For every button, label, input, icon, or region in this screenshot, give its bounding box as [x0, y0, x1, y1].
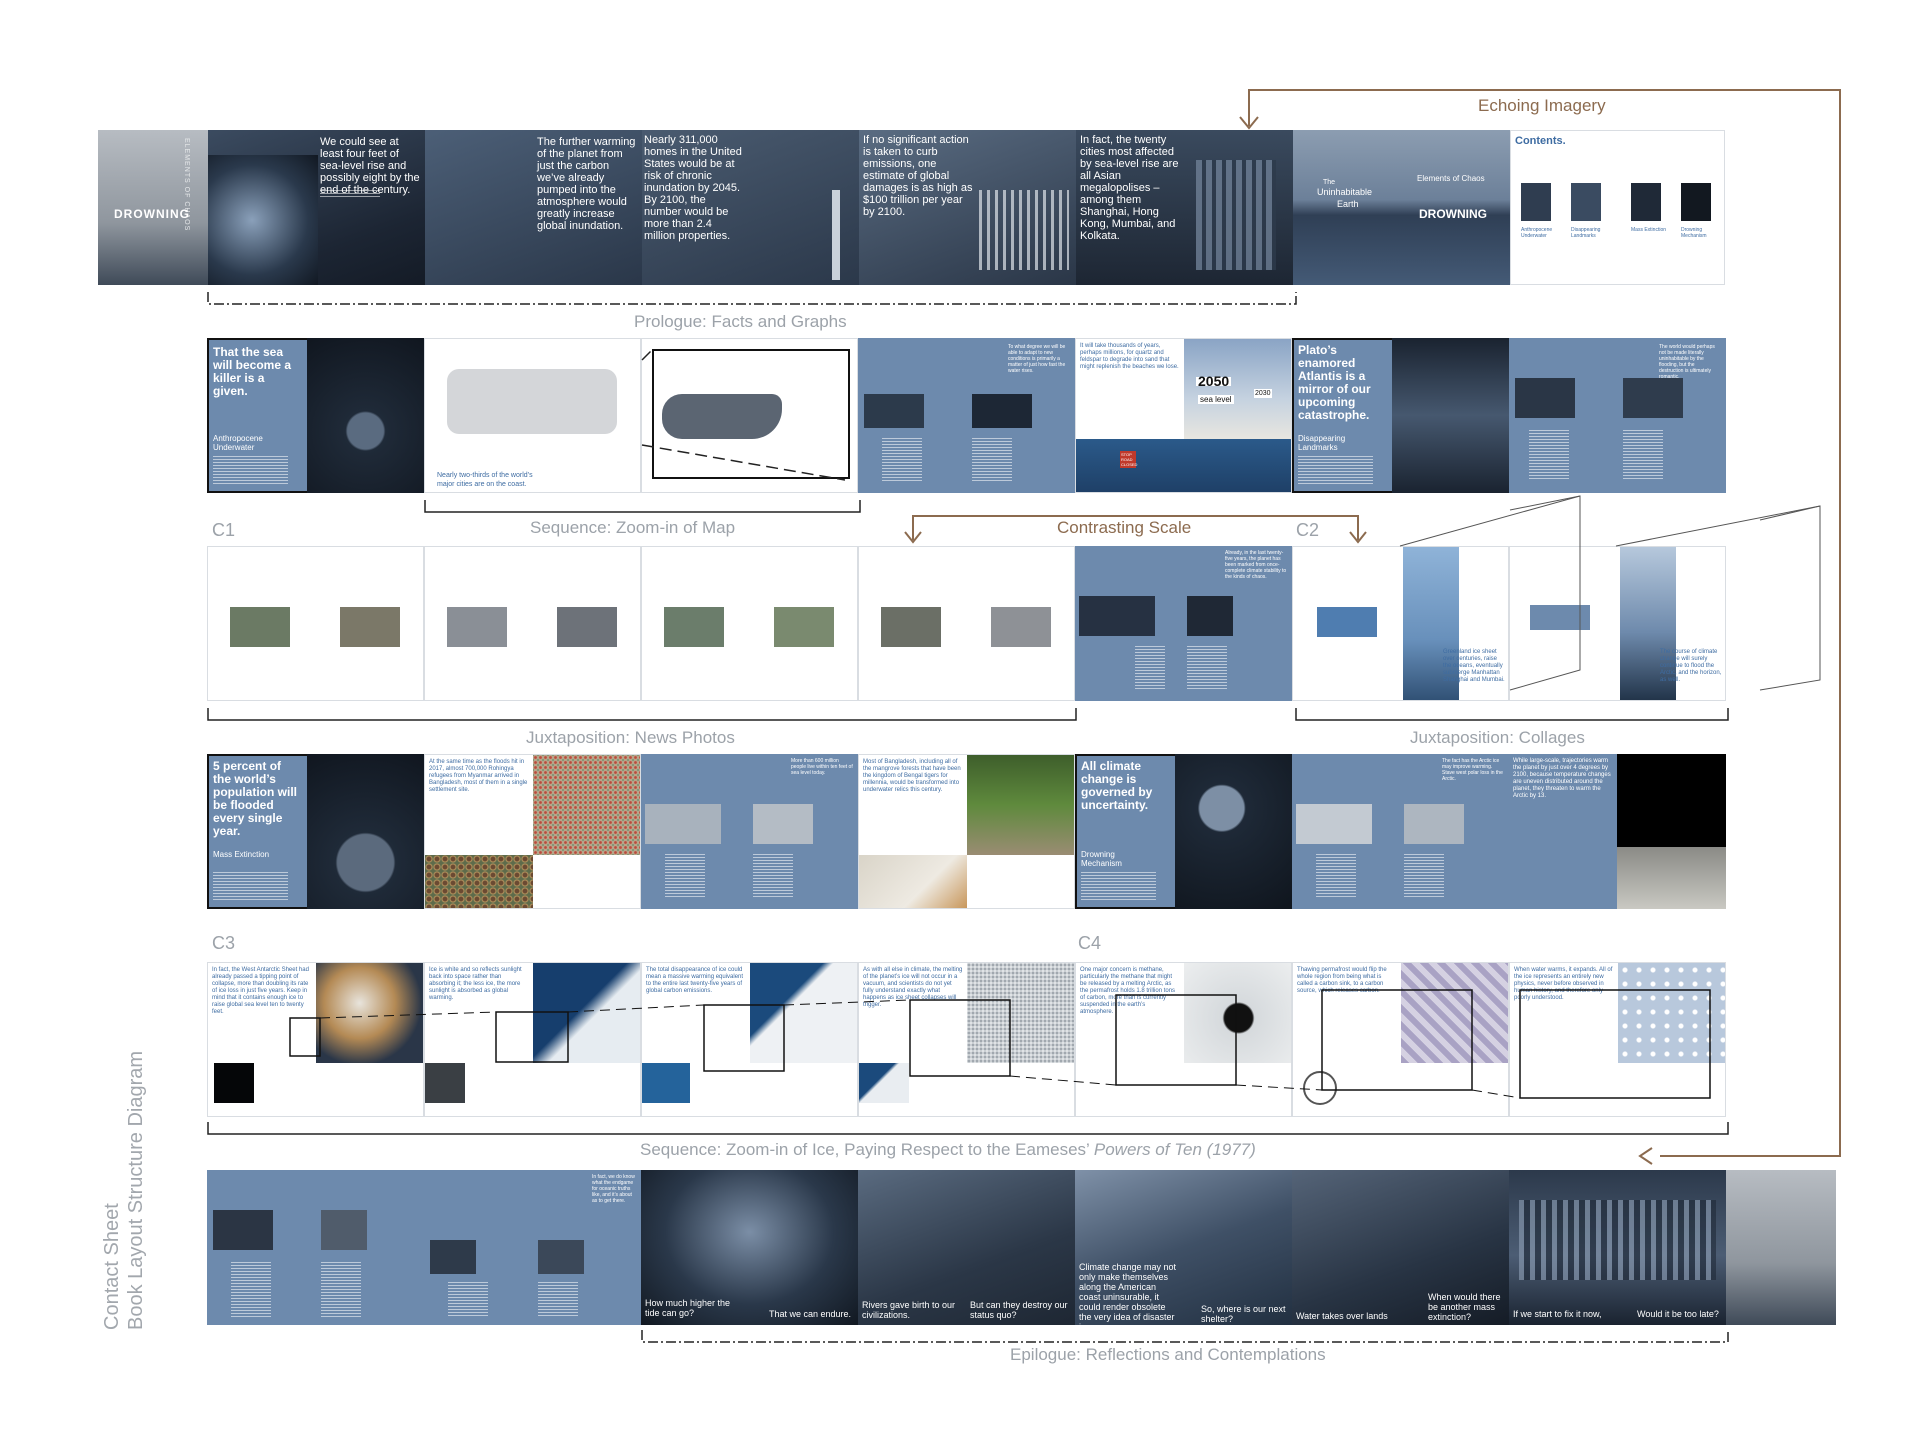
- collage-plane-line-1: [1399, 495, 1581, 547]
- chapter-c1-label: C1: [212, 520, 236, 540]
- side-title: Contact Sheet Book Layout Structure Diag…: [100, 1051, 148, 1330]
- epilogue-bracket: [641, 1330, 1729, 1343]
- ice-zoom-frame-1: [289, 1017, 321, 1057]
- diagram-annotation-lines: [207, 89, 1841, 1343]
- map-zoom-line-bottom: [641, 444, 846, 481]
- ice-zoom-connector-3: [783, 999, 911, 1006]
- side-title-line-1: Contact Sheet: [101, 1203, 123, 1330]
- news-bracket: [207, 708, 1077, 721]
- sequence-ice-label: Sequence: Zoom-in of Ice, Paying Respect…: [640, 1140, 1256, 1160]
- ice-zoom-frame-2: [495, 1011, 569, 1063]
- chapter-c3-label: C3: [212, 933, 236, 953]
- ice-zoom-frame-6: [1321, 989, 1473, 1091]
- ice-zoom-frame-3: [703, 1004, 785, 1072]
- collage-plane-2: [1759, 505, 1821, 691]
- echoing-imagery-arrow: [1248, 89, 1841, 1157]
- collage-plane-1: [1509, 495, 1581, 691]
- chapter-c2-label: C2: [1296, 520, 1320, 540]
- prologue-bracket: [207, 292, 1297, 305]
- ice-zoom-connector-1: [319, 1011, 497, 1019]
- collage-plane-line-2: [1615, 505, 1821, 547]
- ice-zoom-connector-5: [1235, 1084, 1323, 1091]
- echoing-imagery-arrowhead-bottom: [1638, 1147, 1653, 1165]
- ice-zoom-connector-2: [567, 1004, 705, 1013]
- ice-zoom-frame-5: [1115, 994, 1237, 1086]
- juxtaposition-news-label: Juxtaposition: News Photos: [526, 728, 735, 747]
- contrasting-scale-label: Contrasting Scale: [1057, 518, 1192, 537]
- map-sequence-bracket: [424, 500, 861, 513]
- collages-bracket: [1295, 708, 1729, 721]
- sequence-ice-label-italic: Powers of Ten (1977): [1093, 1140, 1256, 1159]
- sequence-map-label: Sequence: Zoom-in of Map: [530, 518, 736, 537]
- juxtaposition-collages-label: Juxtaposition: Collages: [1410, 728, 1585, 747]
- echoing-imagery-label: Echoing Imagery: [1478, 96, 1606, 115]
- map-zoom-line-top: [641, 349, 653, 361]
- chapter-c4-label: C4: [1078, 933, 1102, 953]
- side-title-line-2: Book Layout Structure Diagram: [125, 1050, 147, 1330]
- ice-zoom-connector-4: [1009, 1075, 1117, 1086]
- sequence-ice-label-text: Sequence: Zoom-in of Ice, Paying Respect…: [640, 1140, 1094, 1159]
- prologue-label: Prologue: Facts and Graphs: [634, 312, 847, 331]
- epilogue-label: Epilogue: Reflections and Contemplations: [1010, 1345, 1326, 1364]
- ice-sequence-bracket: [207, 1122, 1729, 1135]
- ice-zoom-frame-4: [909, 999, 1011, 1077]
- ice-zoom-connector-6: [1471, 1089, 1521, 1099]
- ice-zoom-frame-7: [1519, 989, 1711, 1099]
